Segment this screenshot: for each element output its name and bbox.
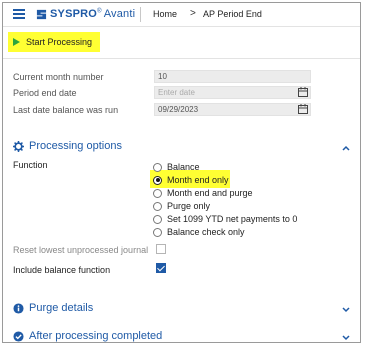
radio-label: Month end only (167, 175, 229, 185)
radio-balance[interactable]: Balance (153, 162, 200, 172)
toolbar: Start Processing (3, 27, 360, 59)
last-run-field[interactable]: 09/29/2023 (154, 103, 311, 116)
radio-button[interactable] (153, 188, 162, 198)
after-processing-header[interactable]: After processing completed (13, 330, 162, 342)
radio-balance-check-only[interactable]: Balance check only (153, 227, 245, 237)
breadcrumb-current: AP Period End (203, 9, 262, 19)
radio-button[interactable] (153, 214, 162, 224)
top-nav: SYSPRO® Avanti Home > AP Period End (3, 3, 360, 27)
after-processing-title: After processing completed (29, 330, 163, 342)
nav-divider (140, 7, 141, 22)
brand-name: SYSPRO® Avanti (50, 8, 136, 20)
radio-label: Balance check only (167, 227, 245, 237)
chevron-down-icon[interactable] (341, 333, 351, 343)
start-processing-label: Start Processing (26, 37, 93, 47)
app-window: SYSPRO® Avanti Home > AP Period End Start… (2, 2, 361, 343)
processing-options-header[interactable]: Processing options (13, 140, 122, 152)
purge-details-title: Purge details (29, 302, 94, 314)
radio-month-end-only[interactable]: Month end only (153, 175, 229, 185)
current-month-label: Current month number (13, 72, 104, 82)
chevron-right-icon: > (190, 8, 196, 19)
start-processing-button[interactable]: Start Processing (8, 32, 100, 52)
chevron-down-icon[interactable] (341, 305, 351, 315)
play-icon (13, 38, 20, 46)
syspro-logo[interactable]: SYSPRO® Avanti (36, 7, 135, 21)
last-run-label: Last date balance was run (13, 105, 119, 115)
radio-label: Month end and purge (167, 188, 253, 198)
info-icon (13, 302, 24, 314)
radio-button-selected[interactable] (153, 175, 162, 185)
check-circle-icon (13, 330, 24, 342)
function-label: Function (13, 160, 48, 170)
radio-label: Purge only (167, 201, 211, 211)
chevron-up-icon[interactable] (341, 143, 351, 153)
calendar-icon[interactable] (298, 87, 308, 97)
calendar-icon[interactable] (298, 104, 308, 114)
gear-icon (13, 140, 24, 152)
radio-set-1099[interactable]: Set 1099 YTD net payments to 0 (153, 214, 297, 224)
processing-options-title: Processing options (29, 140, 122, 152)
radio-label: Set 1099 YTD net payments to 0 (167, 214, 298, 224)
radio-button[interactable] (153, 201, 162, 211)
period-end-label: Period end date (13, 88, 77, 98)
radio-button[interactable] (153, 227, 162, 237)
radio-label: Balance (167, 162, 200, 172)
include-balance-label: Include balance function (13, 265, 111, 275)
current-month-field[interactable]: 10 (154, 70, 311, 83)
radio-purge-only[interactable]: Purge only (153, 201, 210, 211)
include-balance-checkbox[interactable] (156, 263, 166, 273)
menu-icon[interactable] (13, 9, 25, 19)
radio-button[interactable] (153, 162, 162, 172)
reset-journal-checkbox[interactable] (156, 244, 166, 254)
purge-details-header[interactable]: Purge details (13, 302, 93, 314)
radio-month-end-and-purge[interactable]: Month end and purge (153, 188, 253, 198)
breadcrumb-home[interactable]: Home (153, 9, 177, 19)
syspro-logo-icon (36, 9, 47, 19)
reset-journal-label: Reset lowest unprocessed journal (13, 245, 149, 255)
period-end-field[interactable]: Enter date (154, 86, 311, 99)
